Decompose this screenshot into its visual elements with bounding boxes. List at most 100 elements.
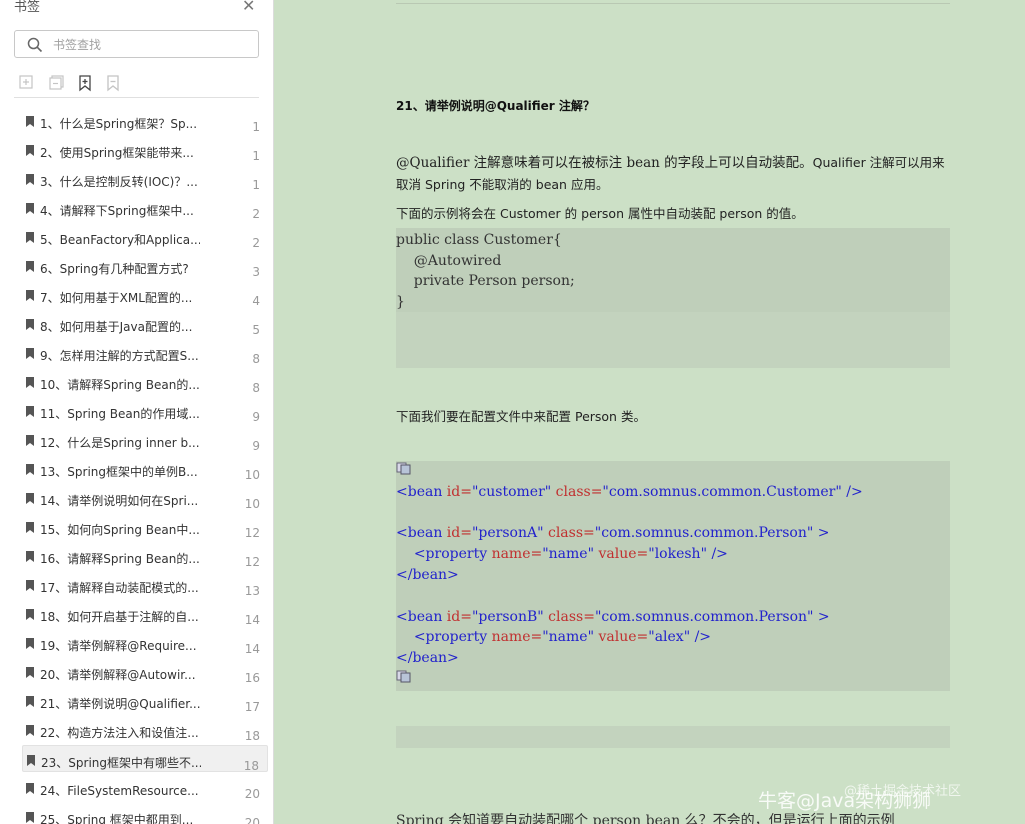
bookmark-page-number: 12 xyxy=(244,526,260,540)
bookmark-page-number: 8 xyxy=(252,352,260,366)
bookmark-page-number: 20 xyxy=(244,816,260,824)
bookmark-panel: 书签 ✕ 1、什么是Spring框架？Sp...12、 xyxy=(0,0,274,824)
bookmark-item[interactable]: 10、请解释Spring Bean的... 8 xyxy=(22,368,268,395)
bookmark-icon xyxy=(26,551,34,562)
bookmark-label: 3、什么是控制反转(IOC)？... xyxy=(40,175,198,189)
bookmark-item[interactable]: 6、Spring有几种配置方式? 3 xyxy=(22,252,268,279)
bookmark-page-number: 8 xyxy=(252,381,260,395)
document-page: 21、请举例说明@Qualifier 注解？ @Qualifier 注解意味着可… xyxy=(274,0,1025,824)
bookmark-panel-title: 书签 xyxy=(14,0,41,15)
bookmark-icon xyxy=(26,174,34,185)
bookmark-icon xyxy=(26,319,34,330)
bookmark-item[interactable]: 8、如何用基于Java配置的... 5 xyxy=(22,310,268,337)
close-icon[interactable]: ✕ xyxy=(242,0,255,15)
bookmark-item[interactable]: 14、请举例说明如何在Spri... 10 xyxy=(22,484,268,511)
bookmark-icon xyxy=(26,696,34,707)
bookmark-panel-header: 书签 ✕ xyxy=(0,0,273,15)
bookmark-label: 1、什么是Spring框架？Sp... xyxy=(40,117,198,131)
bookmark-icon xyxy=(26,232,34,243)
code-block-spacer xyxy=(396,312,950,368)
bookmark-page-number: 4 xyxy=(252,294,260,308)
bookmark-item[interactable]: 23、Spring框架中有哪些不... 18 xyxy=(22,745,268,773)
bookmark-icon xyxy=(26,580,34,591)
bookmark-label: 12、什么是Spring inner b... xyxy=(40,436,200,450)
bookmark-item[interactable]: 9、怎样用注解的方式配置S... 8 xyxy=(22,339,268,366)
bookmark-label: 20、请举例解释@Autowir... xyxy=(40,668,196,682)
bookmark-item[interactable]: 15、如何向Spring Bean中... 12 xyxy=(22,513,268,540)
page-top-rule xyxy=(396,3,950,4)
bookmark-icon xyxy=(26,609,34,620)
bookmark-page-number: 5 xyxy=(252,323,260,337)
remove-bookmark-icon[interactable] xyxy=(104,74,122,92)
bookmark-label: 24、FileSystemResource... xyxy=(40,784,199,798)
bookmark-label: 9、怎样用注解的方式配置S... xyxy=(40,349,199,363)
bookmark-label: 23、Spring框架中有哪些不... xyxy=(41,756,201,770)
xml-line-7: </bean> xyxy=(396,650,459,667)
paragraph-example-intro: 下面的示例将会在 Customer 的 person 属性中自动装配 perso… xyxy=(396,206,804,221)
bookmark-item[interactable]: 11、Spring Bean的作用域... 9 xyxy=(22,397,268,424)
bookmark-item[interactable]: 17、请解释自动装配模式的... 13 xyxy=(22,571,268,598)
bookmark-item[interactable]: 16、请解释Spring Bean的... 12 xyxy=(22,542,268,569)
bookmark-page-number: 1 xyxy=(252,120,260,134)
xml-line-4: </bean> xyxy=(396,566,459,583)
bookmark-label: 21、请举例说明@Qualifier... xyxy=(40,697,200,711)
bookmark-icon xyxy=(26,145,34,156)
bookmark-page-number: 1 xyxy=(252,178,260,192)
bookmark-page-number: 2 xyxy=(252,236,260,250)
bookmark-icon xyxy=(26,290,34,301)
bookmark-item[interactable]: 1、什么是Spring框架？Sp... 1 xyxy=(22,107,268,134)
bookmark-page-number: 10 xyxy=(244,497,260,511)
bookmark-item[interactable]: 3、什么是控制反转(IOC)？... 1 xyxy=(22,165,268,192)
bookmark-item[interactable]: 20、请举例解释@Autowir... 16 xyxy=(22,658,268,685)
bookmark-label: 10、请解释Spring Bean的... xyxy=(40,378,200,392)
bookmark-icon xyxy=(26,377,34,388)
expand-all-icon[interactable] xyxy=(18,74,36,92)
bookmark-icon xyxy=(26,203,34,214)
bookmark-label: 17、请解释自动装配模式的... xyxy=(40,581,199,595)
bookmark-item[interactable]: 24、FileSystemResource... 20 xyxy=(22,774,268,801)
bookmark-page-number: 17 xyxy=(244,700,260,714)
add-bookmark-icon[interactable] xyxy=(76,74,94,92)
bookmark-label: 16、请解释Spring Bean的... xyxy=(40,552,200,566)
bookmark-item[interactable]: 4、请解释下Spring框架中... 2 xyxy=(22,194,268,221)
bookmark-label: 6、Spring有几种配置方式? xyxy=(40,262,189,276)
copy-code-icon[interactable] xyxy=(396,461,411,475)
bookmark-page-number: 20 xyxy=(244,787,260,801)
bookmark-page-number: 1 xyxy=(252,149,260,163)
bookmark-item[interactable]: 12、什么是Spring inner b... 9 xyxy=(22,426,268,453)
collapse-all-icon[interactable] xyxy=(48,74,66,92)
bookmark-page-number: 18 xyxy=(244,729,260,743)
bookmark-page-number: 12 xyxy=(244,555,260,569)
bookmark-icon xyxy=(26,116,34,127)
bookmark-item[interactable]: 7、如何用基于XML配置的... 4 xyxy=(22,281,268,308)
bookmark-search-input[interactable] xyxy=(51,35,255,55)
bookmark-label: 8、如何用基于Java配置的... xyxy=(40,320,193,334)
bookmark-label: 13、Spring框架中的单例B... xyxy=(40,465,198,479)
bookmark-search-box[interactable] xyxy=(14,30,259,58)
bookmark-page-number: 14 xyxy=(244,613,260,627)
bookmark-page-number: 2 xyxy=(252,207,260,221)
search-icon xyxy=(27,37,43,53)
paragraph-qualifier-intro: @Qualifier 注解意味着可以在被标注 bean 的字段上可以自动装配。Q… xyxy=(396,152,956,196)
bookmark-item[interactable]: 22、构造方法注入和设值注... 18 xyxy=(22,716,268,743)
bookmark-page-number: 18 xyxy=(243,759,259,773)
bookmark-item[interactable]: 21、请举例说明@Qualifier... 17 xyxy=(22,687,268,714)
xml-line-5: <bean id="personB" class="com.somnus.com… xyxy=(396,608,830,625)
bookmark-page-number: 3 xyxy=(252,265,260,279)
copy-code-icon[interactable] xyxy=(396,669,411,683)
bookmark-item[interactable]: 25、Spring 框架中都用到... 20 xyxy=(22,803,268,824)
bookmark-item[interactable]: 18、如何开启基于注解的自... 14 xyxy=(22,600,268,627)
bookmark-item[interactable]: 13、Spring框架中的单例B... 10 xyxy=(22,455,268,482)
bookmark-item[interactable]: 2、使用Spring框架能带来... 1 xyxy=(22,136,268,163)
bookmark-page-number: 13 xyxy=(244,584,260,598)
bookmark-item[interactable]: 19、请举例解释@Require... 14 xyxy=(22,629,268,656)
java-code: public class Customer{ @Autowired privat… xyxy=(396,232,575,310)
bookmark-item[interactable]: 5、BeanFactory和Applica... 2 xyxy=(22,223,268,250)
toolbar-divider xyxy=(14,97,259,98)
bookmark-page-number: 9 xyxy=(252,439,260,453)
xml-code-block: <bean id="customer" class="com.somnus.co… xyxy=(396,461,950,691)
bookmark-label: 25、Spring 框架中都用到... xyxy=(40,813,194,824)
bookmark-icon xyxy=(26,464,34,475)
bookmark-icon xyxy=(26,638,34,649)
xml-line-1: <bean id="customer" class="com.somnus.co… xyxy=(396,483,863,500)
